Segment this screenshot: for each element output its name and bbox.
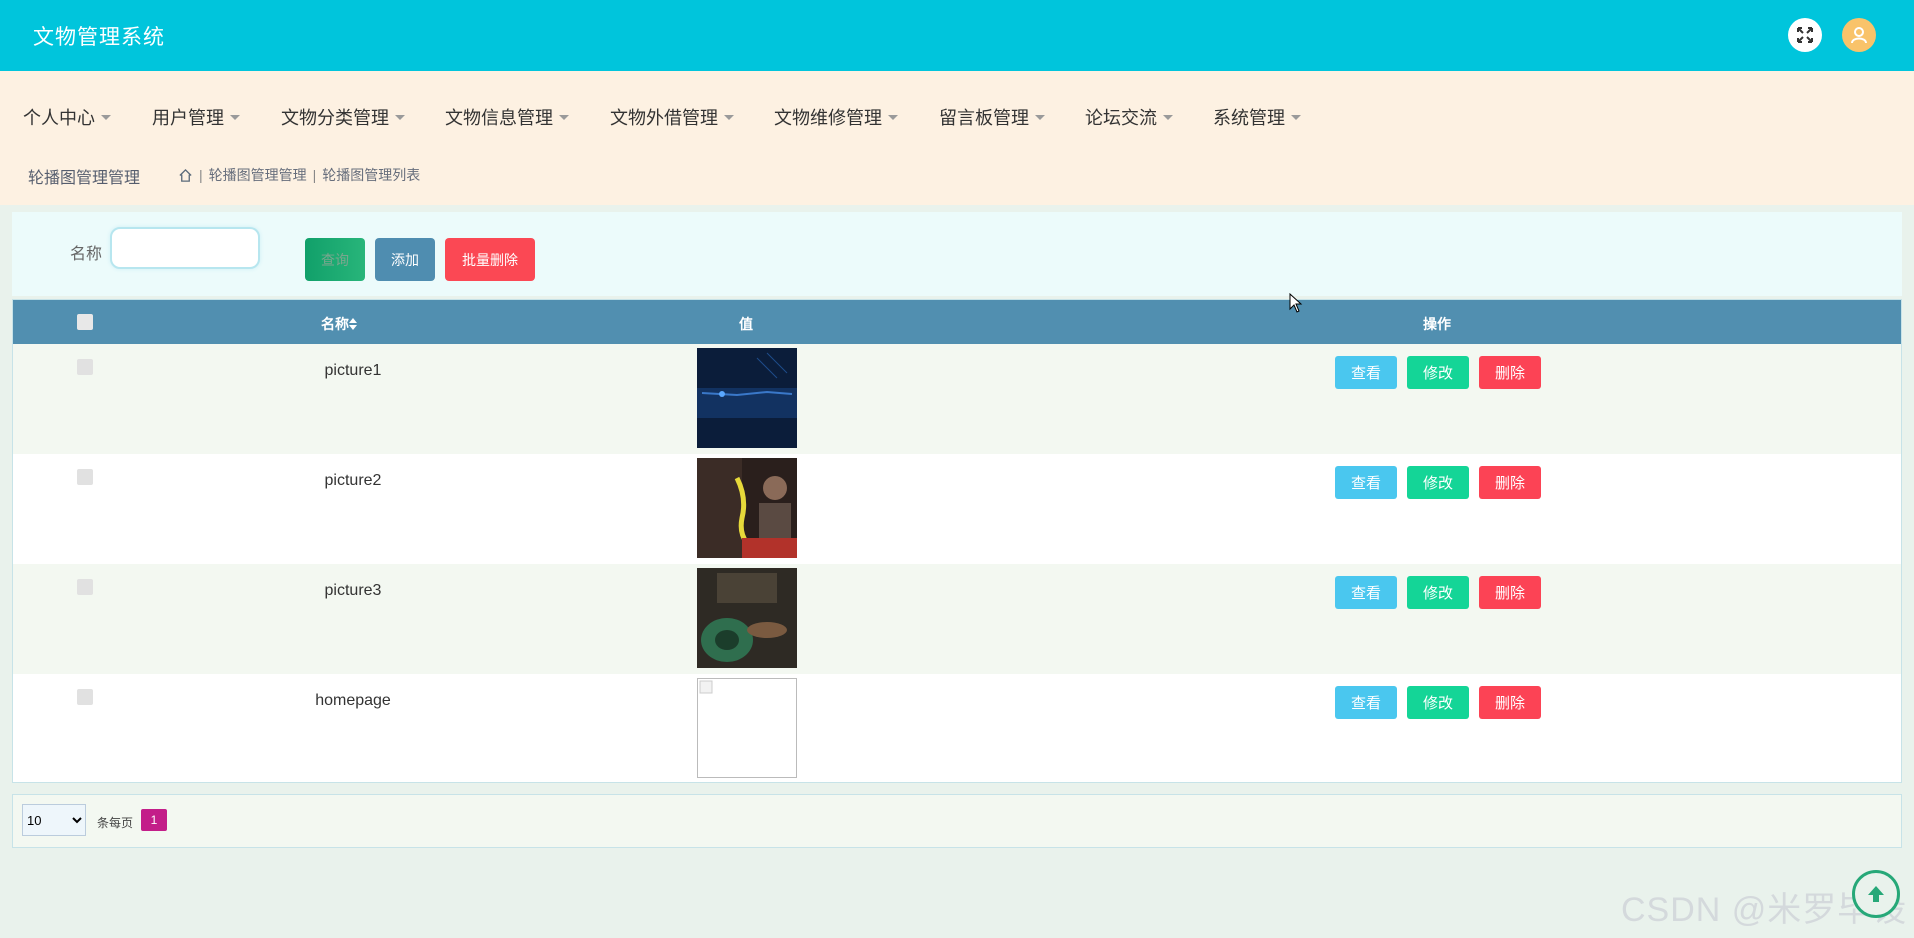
query-button[interactable]: 查询 xyxy=(305,238,365,281)
page-number-current[interactable]: 1 xyxy=(141,809,167,831)
caret-down-icon xyxy=(1035,114,1045,120)
row-checkbox[interactable] xyxy=(77,359,93,375)
caret-down-icon xyxy=(395,114,405,120)
row-name: picture1 xyxy=(324,362,382,379)
home-icon[interactable] xyxy=(178,168,193,183)
nav-item-user-management[interactable]: 用户管理 xyxy=(152,104,240,130)
broken-image-icon xyxy=(697,678,797,778)
row-checkbox[interactable] xyxy=(77,689,93,705)
edit-button[interactable]: 修改 xyxy=(1407,466,1469,499)
user-icon xyxy=(1851,27,1867,44)
user-avatar[interactable] xyxy=(1842,18,1876,52)
table-row: picture3 查看 修改 删除 xyxy=(13,564,1901,674)
carousel-table: 名称 值 操作 picture1 查看 修改 删除 picture2 查看 修改… xyxy=(12,299,1902,783)
breadcrumb-current: 轮播图管理列表 xyxy=(322,167,421,183)
row-name: picture2 xyxy=(324,472,382,489)
view-button[interactable]: 查看 xyxy=(1335,356,1397,389)
nav-item-info-management[interactable]: 文物信息管理 xyxy=(445,104,569,130)
mouse-cursor-icon xyxy=(1289,293,1303,313)
row-checkbox[interactable] xyxy=(77,579,93,595)
fullscreen-button[interactable] xyxy=(1788,18,1822,52)
back-to-top-button[interactable] xyxy=(1852,870,1900,918)
column-header-actions: 操作 xyxy=(1423,316,1451,332)
table-row: homepage 查看 修改 删除 xyxy=(13,674,1901,784)
edit-button[interactable]: 修改 xyxy=(1407,576,1469,609)
column-header-name[interactable]: 名称 xyxy=(321,314,357,334)
view-button[interactable]: 查看 xyxy=(1335,466,1397,499)
table-row: picture1 查看 修改 删除 xyxy=(13,344,1901,454)
view-button[interactable]: 查看 xyxy=(1335,576,1397,609)
caret-down-icon xyxy=(888,114,898,120)
caret-down-icon xyxy=(724,114,734,120)
batch-delete-button[interactable]: 批量删除 xyxy=(445,238,535,281)
expand-icon xyxy=(1797,27,1813,43)
caret-down-icon xyxy=(559,114,569,120)
nav-item-message-board[interactable]: 留言板管理 xyxy=(939,104,1045,130)
caret-down-icon xyxy=(1291,114,1301,120)
table-header: 名称 值 操作 xyxy=(13,300,1901,344)
breadcrumb-bar: 轮播图管理管理 | 轮播图管理管理 | 轮播图管理列表 xyxy=(0,143,1914,205)
table-row: picture2 查看 修改 删除 xyxy=(13,454,1901,564)
column-header-value: 值 xyxy=(739,316,753,332)
caret-down-icon xyxy=(101,114,111,120)
delete-button[interactable]: 删除 xyxy=(1479,576,1541,609)
thumbnail-image xyxy=(697,458,797,558)
thumbnail-image xyxy=(697,568,797,668)
page-size-select[interactable]: 10 xyxy=(22,804,86,836)
edit-button[interactable]: 修改 xyxy=(1407,686,1469,719)
select-all-checkbox[interactable] xyxy=(77,314,93,330)
breadcrumb-link[interactable]: 轮播图管理管理 xyxy=(209,165,307,185)
add-button[interactable]: 添加 xyxy=(375,238,435,281)
arrow-up-icon xyxy=(1868,886,1884,902)
delete-button[interactable]: 删除 xyxy=(1479,466,1541,499)
delete-button[interactable]: 删除 xyxy=(1479,686,1541,719)
sort-icon xyxy=(349,318,357,330)
search-panel: 名称 查询 添加 批量删除 xyxy=(12,212,1902,296)
row-name: picture3 xyxy=(324,582,382,599)
row-name: homepage xyxy=(315,692,391,709)
caret-down-icon xyxy=(230,114,240,120)
delete-button[interactable]: 删除 xyxy=(1479,356,1541,389)
top-header: 文物管理系统 xyxy=(0,0,1914,71)
view-button[interactable]: 查看 xyxy=(1335,686,1397,719)
app-title: 文物管理系统 xyxy=(33,25,165,49)
breadcrumb: | 轮播图管理管理 | 轮播图管理列表 xyxy=(178,165,420,185)
nav-item-repair-management[interactable]: 文物维修管理 xyxy=(774,104,898,130)
row-checkbox[interactable] xyxy=(77,469,93,485)
nav-item-forum[interactable]: 论坛交流 xyxy=(1085,104,1173,130)
search-label: 名称 xyxy=(70,246,103,263)
nav-item-category-management[interactable]: 文物分类管理 xyxy=(281,104,405,130)
name-search-input[interactable] xyxy=(110,227,260,269)
per-page-label: 条每页 xyxy=(97,816,134,830)
page-title: 轮播图管理管理 xyxy=(28,170,141,187)
nav-item-system-management[interactable]: 系统管理 xyxy=(1213,104,1301,130)
caret-down-icon xyxy=(1163,114,1173,120)
nav-item-lending-management[interactable]: 文物外借管理 xyxy=(610,104,734,130)
pagination: 10 条每页 1 xyxy=(12,794,1902,848)
thumbnail-image xyxy=(697,348,797,448)
edit-button[interactable]: 修改 xyxy=(1407,356,1469,389)
nav-item-personal-center[interactable]: 个人中心 xyxy=(23,104,111,130)
